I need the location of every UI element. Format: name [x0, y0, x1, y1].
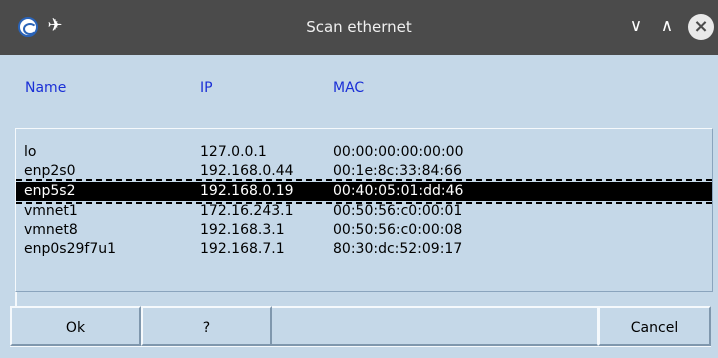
interface-name: enp5s2: [24, 183, 76, 199]
list-item[interactable]: lo 127.0.0.1 00:00:00:00:00:00: [16, 143, 712, 162]
interface-name: lo: [24, 144, 37, 160]
list-item-selected[interactable]: enp5s2 192.168.0.19 00:40:05:01:dd:46: [16, 179, 712, 204]
button-bar: Ok ? Cancel: [0, 306, 718, 346]
interface-name: vmnet1: [24, 203, 78, 219]
button-bar-spacer: [272, 306, 598, 346]
list-item[interactable]: vmnet8 192.168.3.1 00:50:56:c0:00:08: [16, 221, 712, 240]
interface-ip: 192.168.7.1: [200, 241, 285, 257]
ok-button[interactable]: Ok: [10, 306, 141, 346]
interface-name: vmnet8: [24, 222, 78, 238]
scan-ethernet-dialog: ✈ Scan ethernet ∨ ∧ × Name IP MAC lo 127…: [0, 0, 718, 358]
title-bar[interactable]: ✈ Scan ethernet ∨ ∧ ×: [0, 0, 718, 55]
interface-mac: 00:00:00:00:00:00: [333, 144, 464, 160]
help-button[interactable]: ?: [141, 306, 272, 346]
interface-name: enp0s29f7u1: [24, 241, 117, 257]
divider: [15, 292, 17, 307]
interface-ip: 172.16.243.1: [200, 203, 294, 219]
list-item[interactable]: vmnet1 172.16.243.1 00:50:56:c0:00:01: [16, 202, 712, 221]
window-title: Scan ethernet: [306, 18, 412, 36]
column-header-name[interactable]: Name: [25, 80, 66, 96]
interface-ip: 192.168.3.1: [200, 222, 285, 238]
minimize-icon[interactable]: ∨: [625, 15, 647, 37]
interface-mac: 00:40:05:01:dd:46: [333, 183, 464, 199]
interface-mac: 00:50:56:c0:00:08: [333, 222, 463, 238]
column-header-mac[interactable]: MAC: [333, 80, 364, 96]
interface-mac: 80:30:dc:52:09:17: [333, 241, 463, 257]
interface-ip: 127.0.0.1: [200, 144, 267, 160]
divider: [10, 346, 711, 347]
close-icon[interactable]: ×: [688, 14, 714, 40]
list-item[interactable]: enp0s29f7u1 192.168.7.1 80:30:dc:52:09:1…: [16, 240, 712, 259]
column-header-ip[interactable]: IP: [200, 80, 213, 96]
cancel-button[interactable]: Cancel: [598, 306, 711, 346]
interface-mac: 00:50:56:c0:00:01: [333, 203, 463, 219]
interface-ip: 192.168.0.19: [200, 183, 294, 199]
maximize-icon[interactable]: ∧: [656, 15, 678, 37]
